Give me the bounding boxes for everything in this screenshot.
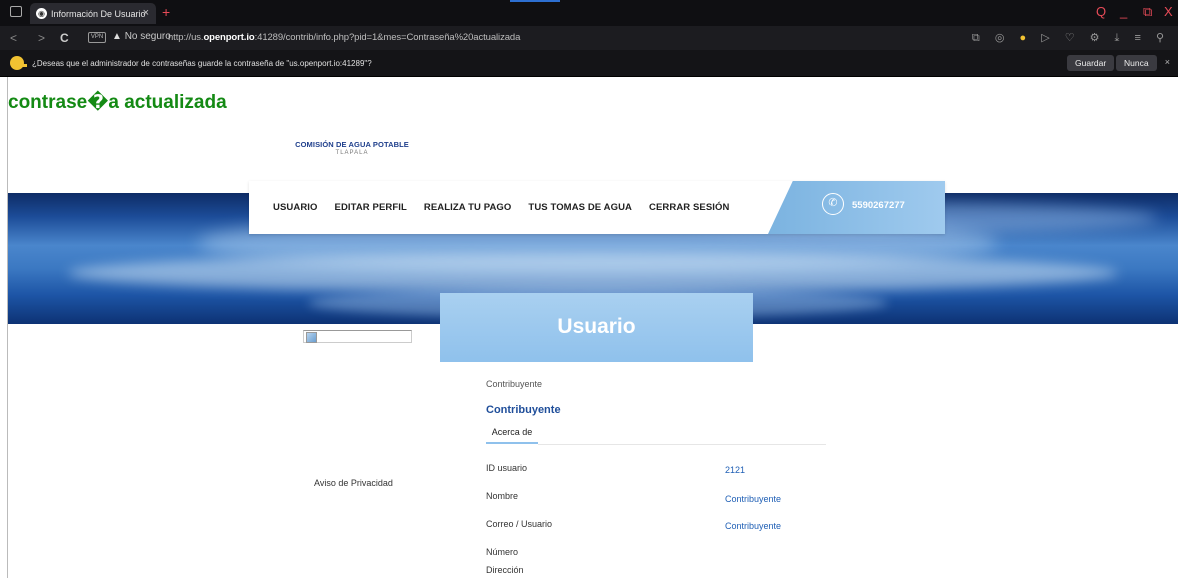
tab-title: Información De Usuario — [51, 8, 146, 19]
role-name: Contribuyente — [486, 404, 561, 416]
field-label-direccion: Dirección — [486, 565, 524, 575]
browser-tab[interactable]: ◉ Información De Usuario × — [30, 3, 156, 24]
logo-subtitle: TLAPALA — [335, 150, 369, 156]
search-icon[interactable]: Q — [1096, 4, 1106, 19]
key-icon — [10, 56, 27, 70]
accent-line — [510, 0, 560, 2]
globe-icon: ◉ — [36, 8, 47, 19]
phone-icon[interactable]: ✆ — [822, 193, 844, 215]
address-bar: < > C VPN ▲ No seguro http://us.openport… — [0, 26, 1178, 50]
web-page: contrase�a actualizada COMISIÓN DE AGUA … — [0, 77, 1178, 578]
profile-image-placeholder — [303, 330, 412, 343]
status-message: contrase�a actualizada — [8, 92, 227, 113]
minimize-button[interactable]: _ — [1120, 4, 1127, 19]
field-label-nombre: Nombre — [486, 491, 519, 501]
shield-icon[interactable]: ● — [1019, 32, 1032, 44]
browser-tab-bar: ◉ Información De Usuario × + Q _ ⧉ X — [0, 0, 1178, 26]
forward-button[interactable]: > — [38, 31, 45, 45]
restore-button[interactable]: ⧉ — [1143, 4, 1152, 20]
field-value-id: 2121 — [725, 465, 746, 475]
warning-icon: ▲ — [112, 31, 122, 42]
page-left-border — [7, 77, 8, 578]
back-button[interactable]: < — [10, 31, 17, 45]
nav-item-editar-perfil[interactable]: EDITAR PERFIL — [335, 202, 407, 213]
url-field[interactable]: http://us.openport.io:41289/contrib/info… — [168, 32, 520, 43]
tab-divider — [538, 444, 826, 445]
tab-close-icon[interactable]: × — [143, 7, 149, 19]
field-label-correo: Correo / Usuario — [486, 519, 553, 529]
phone-number[interactable]: 5590267277 — [852, 200, 905, 211]
logo-title: COMISIÓN DE AGUA POTABLE — [295, 140, 409, 149]
url-prefix: http://us. — [168, 32, 204, 43]
field-label-numero: Número — [486, 547, 519, 557]
never-save-button[interactable]: Nunca — [1116, 55, 1157, 71]
password-prompt-message: ¿Deseas que el administrador de contrase… — [32, 59, 372, 68]
section-title: Usuario — [557, 315, 636, 338]
field-label-id: ID usuario — [486, 463, 528, 473]
nav-item-tomas-agua[interactable]: TUS TOMAS DE AGUA — [528, 202, 632, 213]
reload-button[interactable]: C — [60, 31, 69, 45]
password-save-prompt: ¿Deseas que el administrador de contrase… — [0, 50, 1178, 77]
field-value-correo: Contribuyente — [725, 521, 782, 531]
security-label: No seguro — [124, 31, 171, 42]
security-indicator[interactable]: ▲ No seguro — [112, 31, 171, 42]
url-domain: openport.io — [203, 32, 255, 43]
section-title-box: Usuario — [440, 293, 753, 362]
tab-acerca-de[interactable]: Acerca de — [486, 420, 538, 444]
close-prompt-icon[interactable]: × — [1165, 57, 1170, 67]
toolbar-icons[interactable]: ⧉ ◎ ● ▷ ♡ ⚙ ⤓ ≡ ⚲ — [972, 31, 1170, 45]
nav-item-cerrar-sesion[interactable]: CERRAR SESIÓN — [649, 202, 729, 213]
nav-item-realiza-pago[interactable]: REALIZA TU PAGO — [424, 202, 512, 213]
vpn-icon[interactable]: VPN — [88, 32, 106, 43]
workspaces-icon[interactable] — [10, 6, 22, 17]
nav-item-usuario[interactable]: USUARIO — [273, 202, 318, 213]
role-label: Contribuyente — [486, 379, 543, 389]
logo[interactable]: COMISIÓN DE AGUA POTABLE TLAPALA — [282, 140, 422, 156]
url-path: :41289/contrib/info.php?pid=1&mes=Contra… — [254, 32, 521, 43]
close-window-button[interactable]: X — [1164, 4, 1173, 19]
new-tab-button[interactable]: + — [162, 4, 170, 20]
privacy-notice-link[interactable]: Aviso de Privacidad — [314, 478, 393, 488]
field-value-nombre: Contribuyente — [725, 494, 782, 504]
save-password-button[interactable]: Guardar — [1067, 55, 1115, 71]
